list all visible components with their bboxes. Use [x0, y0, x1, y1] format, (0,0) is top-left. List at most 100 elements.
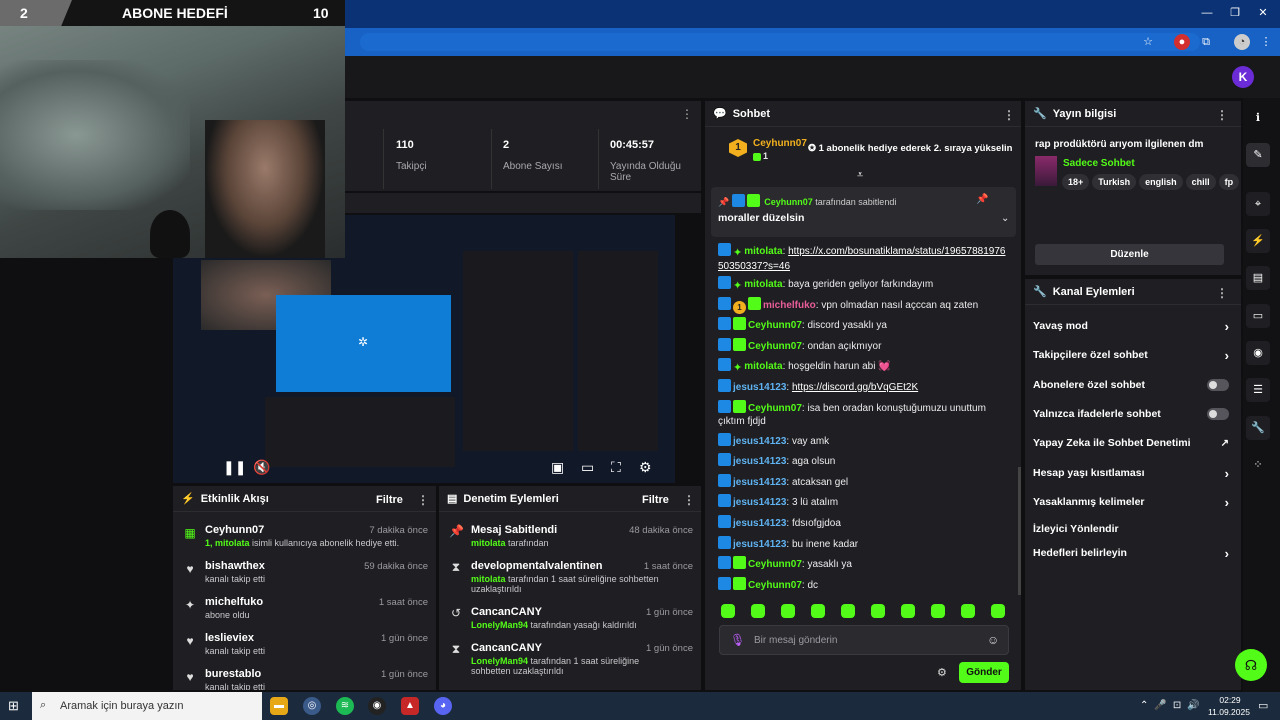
chat-icon[interactable]: ▭	[1246, 304, 1270, 328]
chat-username[interactable]: Ceyhunn07	[748, 580, 802, 591]
app-icon[interactable]: ▲	[401, 697, 419, 715]
channel-action-row[interactable]: Yavaş mod ›	[1025, 312, 1241, 340]
emote-icon[interactable]	[811, 604, 825, 618]
event-user[interactable]: bishawthex	[205, 560, 265, 572]
chat-username[interactable]: Ceyhunn07	[748, 320, 802, 331]
address-bar[interactable]	[360, 33, 1200, 51]
kebab-icon[interactable]: ⋮	[683, 493, 695, 507]
event-user[interactable]: burestablo	[205, 668, 261, 680]
channel-action-row[interactable]: Hesap yaşı kısıtlaması ›	[1025, 459, 1241, 487]
stream-tag[interactable]: 18+	[1062, 174, 1090, 190]
edit-button[interactable]: Düzenle	[1035, 244, 1224, 265]
edit-icon[interactable]: ✎	[1246, 143, 1270, 167]
clip-icon[interactable]: ▣	[551, 459, 564, 476]
emote-icon[interactable]	[721, 604, 735, 618]
chat-username[interactable]: jesus14123	[733, 456, 786, 467]
event-user[interactable]: michelfuko	[205, 596, 263, 608]
chrome-icon[interactable]: ◎	[303, 697, 321, 715]
support-icon[interactable]: ☊	[1235, 649, 1267, 681]
emote-icon[interactable]	[901, 604, 915, 618]
channel-action-row[interactable]: Hedefleri belirleyin ›	[1025, 539, 1241, 567]
obs-icon[interactable]: ◉	[368, 697, 386, 715]
layout-icon[interactable]: ☰	[1246, 378, 1270, 402]
pause-icon[interactable]: ❚❚	[223, 459, 246, 476]
more-icon[interactable]: ⁘	[1246, 453, 1270, 477]
send-button[interactable]: Gönder	[959, 662, 1009, 683]
kebab-icon[interactable]: ⋮	[1216, 286, 1228, 300]
kebab-icon[interactable]: ⋮	[681, 107, 693, 121]
theater-icon[interactable]: ▭	[581, 459, 594, 476]
chat-username[interactable]: Ceyhunn07	[748, 559, 802, 570]
tray-icons[interactable]: ⌃🎤⊡🔊	[1140, 700, 1206, 711]
chat-username[interactable]: mitolata	[744, 279, 782, 290]
emote-icon[interactable]	[931, 604, 945, 618]
chat-username[interactable]: jesus14123	[733, 497, 786, 508]
stream-tag[interactable]: english	[1139, 174, 1183, 190]
kick-logo-icon[interactable]: K	[1232, 66, 1254, 88]
emote-icon[interactable]	[781, 604, 795, 618]
toggle-switch[interactable]	[1207, 408, 1229, 420]
emoji-icon[interactable]: ☺	[987, 633, 999, 647]
fullscreen-icon[interactable]: ⛶	[611, 459, 621, 476]
chat-scrollbar[interactable]	[1018, 467, 1021, 595]
mod-action-user[interactable]: LonelyMan94	[471, 620, 528, 630]
discord-icon[interactable]: ◕	[434, 697, 452, 715]
emote-icon[interactable]	[841, 604, 855, 618]
stream-tag[interactable]: Turkish	[1092, 174, 1137, 190]
broadcast-icon[interactable]: ◉	[1246, 341, 1270, 365]
channel-action-row[interactable]: Takipçilere özel sohbet ›	[1025, 341, 1241, 369]
settings-icon[interactable]: ⚙	[639, 459, 652, 476]
kebab-icon[interactable]: ⋮	[417, 493, 429, 507]
mute-icon[interactable]: 🔇	[253, 459, 270, 476]
chat-username[interactable]: Ceyhunn07	[748, 403, 802, 414]
chat-username[interactable]: mitolata	[744, 361, 782, 372]
filter-button[interactable]: Filtre	[642, 494, 669, 506]
chat-username[interactable]: jesus14123	[733, 436, 786, 447]
chat-username[interactable]: jesus14123	[733, 518, 786, 529]
mod-action-user[interactable]: mitolata	[471, 574, 506, 584]
extension-icon[interactable]: ●	[1174, 34, 1190, 50]
chat-username[interactable]: michelfuko	[763, 300, 816, 311]
emote-icon[interactable]	[961, 604, 975, 618]
event-user[interactable]: leslieviex	[205, 632, 254, 644]
channel-action-row[interactable]: Yalnızca ifadelerle sohbet	[1025, 400, 1241, 428]
tool-icon[interactable]: 🔧	[1246, 416, 1270, 440]
star-icon[interactable]: ☆	[1140, 34, 1156, 50]
channel-action-row[interactable]: Abonelere özel sohbet	[1025, 371, 1241, 399]
mod-action-user[interactable]: mitolata	[471, 538, 506, 548]
top-gifter-name[interactable]: Ceyhunn07	[753, 138, 807, 149]
notification-icon[interactable]: ▭	[1258, 699, 1268, 712]
file-explorer-icon[interactable]: ▬	[270, 697, 288, 715]
chat-username[interactable]: Ceyhunn07	[748, 341, 802, 352]
taskbar-search[interactable]: ⌕ Aramak için buraya yazın	[32, 692, 262, 720]
bolt-icon[interactable]: ⚡	[1246, 229, 1270, 253]
chat-username[interactable]: mitolata	[744, 246, 782, 257]
spotify-icon[interactable]: ≋	[336, 697, 354, 715]
stream-tag[interactable]: fp	[1218, 174, 1240, 190]
windows-start-icon[interactable]: ⊞	[8, 698, 19, 714]
pin-icon[interactable]: 📌	[976, 194, 988, 205]
toggle-switch[interactable]	[1207, 379, 1229, 391]
info-icon[interactable]: ℹ	[1246, 106, 1270, 130]
puzzle-icon[interactable]: ⧉	[1198, 34, 1214, 50]
kebab-icon[interactable]: ⋮	[1216, 108, 1228, 122]
mic-icon[interactable]: 🎙	[730, 633, 745, 647]
minimize-icon[interactable]: —	[1200, 6, 1214, 20]
chat-settings-icon[interactable]: ⚙	[937, 666, 947, 679]
notes-icon[interactable]: ▤	[1246, 266, 1270, 290]
kebab-icon[interactable]: ⋮	[1003, 108, 1015, 122]
emote-icon[interactable]	[871, 604, 885, 618]
chat-username[interactable]: jesus14123	[733, 382, 786, 393]
emote-icon[interactable]	[751, 604, 765, 618]
profile-icon[interactable]: ◔	[1234, 34, 1250, 50]
chat-link[interactable]: https://discord.gg/bVqGEt2K	[792, 382, 918, 393]
collapse-icon[interactable]: ⩡	[857, 169, 863, 182]
close-icon[interactable]: ✕	[1256, 6, 1270, 20]
channel-action-row[interactable]: Yasaklanmış kelimeler ›	[1025, 488, 1241, 516]
menu-icon[interactable]: ⋮	[1258, 34, 1274, 50]
channel-action-row[interactable]: Yapay Zeka ile Sohbet Denetimi ↗	[1025, 429, 1241, 457]
event-user[interactable]: Ceyhunn07	[205, 524, 264, 536]
target-icon[interactable]: ⌖	[1246, 192, 1270, 216]
category-name[interactable]: Sadece Sohbet	[1063, 158, 1135, 169]
emote-icon[interactable]	[991, 604, 1005, 618]
